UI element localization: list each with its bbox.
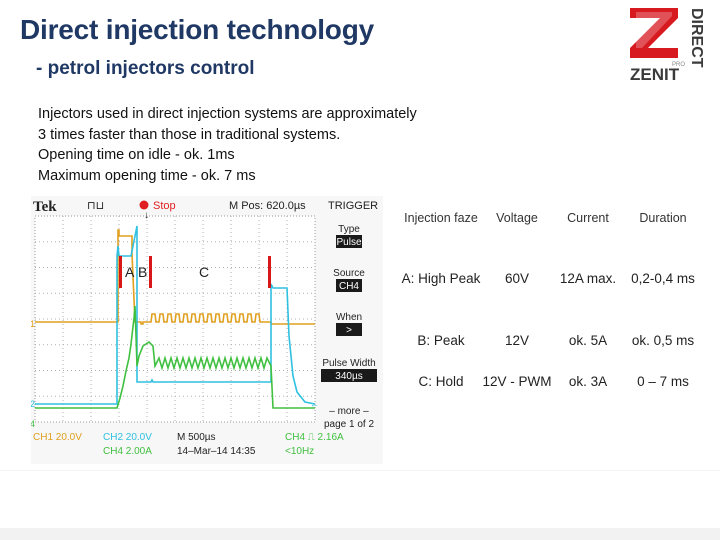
trigger-menu-value[interactable]: CH4 [339, 281, 359, 292]
header-current: Current [567, 211, 609, 225]
cell-phase: A: High Peak [401, 270, 481, 286]
trigger-menu-title: TRIGGER [328, 200, 378, 212]
scope-acq-icon: ⊓⊔ [87, 200, 104, 212]
header-injection-faze: Injection faze [404, 211, 478, 225]
trigger-menu-label: – more – [329, 406, 369, 417]
scope-run-state: Stop [153, 200, 176, 212]
trigger-menu-label: Type [338, 224, 360, 235]
trigger-menu-value[interactable]: Pulse [336, 237, 361, 248]
scope-brand: Tek [33, 199, 57, 215]
trigger-menu-label: Pulse Width [322, 358, 375, 369]
table-row: B: Peak 12V ok. 5A ok. 0,5 ms [400, 312, 702, 368]
footer-bar [0, 528, 720, 540]
trigger-menu-label: When [336, 312, 362, 323]
scope-date: 14–Mar–14 14:35 [177, 446, 256, 457]
ch2-ground-marker: 2 [31, 399, 35, 409]
cell-current: 12A max. [559, 270, 617, 286]
timebase: M 500µs [177, 432, 216, 443]
logo-z-icon [630, 8, 678, 58]
logo-pro-text: PRO [672, 62, 685, 68]
intro-line: 3 times faster than those in traditional… [38, 126, 341, 143]
cell-duration: ok. 0,5 ms [631, 332, 695, 348]
cell-duration: 0,2-0,4 ms [631, 270, 695, 286]
oscilloscope-screenshot: Tek ⊓⊔ Stop M Pos: 620.0µs ↓ TRIGGER Typ… [31, 196, 383, 464]
trigger-position-icon: ↓ [144, 210, 149, 221]
marker-a-label: A [125, 264, 135, 280]
footer-divider [0, 470, 720, 471]
marker-a-line [119, 256, 122, 288]
header-voltage: Voltage [496, 211, 538, 225]
trigger-menu-label: Source [333, 268, 365, 279]
trigger-level-icon: ← [310, 399, 319, 409]
table-header-row: Injection faze Voltage Current Duration [400, 192, 702, 244]
marker-b-label: B [138, 264, 147, 280]
scope-stop-dot-icon [139, 200, 149, 210]
intro-text: Injectors used in direct injection syste… [38, 104, 417, 186]
page-title: Direct injection technology [20, 14, 374, 45]
cell-phase: B: Peak [417, 332, 465, 348]
zenit-direct-logo: DIRECT ZENIT PRO [626, 4, 716, 86]
table-row: A: High Peak 60V 12A max. 0,2-0,4 ms [400, 244, 702, 312]
marker-b-line [149, 256, 152, 288]
cell-duration: 0 – 7 ms [637, 374, 689, 389]
cell-current: ok. 5A [568, 332, 608, 348]
ch2-scale: CH2 20.0V [103, 432, 152, 443]
ch4-ground-marker: 4 [31, 419, 35, 429]
cell-current: ok. 3A [568, 374, 608, 389]
page-subtitle: - petrol injectors control [36, 58, 255, 79]
cell-voltage: 12V - PWM [482, 374, 552, 389]
header-duration: Duration [639, 211, 687, 225]
intro-line: Opening time on idle - ok. 1ms [38, 147, 235, 163]
trigger-readout: CH4 ⎍ 2.16A [285, 432, 344, 443]
trigger-menu-value[interactable]: 340µs [335, 371, 362, 382]
cell-phase: C: Hold [418, 374, 464, 389]
injection-phases-table: Injection faze Voltage Current Duration … [400, 192, 702, 436]
intro-line: Injectors used in direct injection syste… [38, 106, 417, 122]
logo-side-text: DIRECT [688, 8, 705, 68]
scope-m-pos: M Pos: 620.0µs [229, 200, 306, 212]
ch4-scale: CH4 2.00A [103, 446, 152, 457]
trigger-menu-value[interactable]: page 1 of 2 [324, 419, 374, 430]
ch1-scale: CH1 20.0V [33, 432, 82, 443]
marker-c-line [268, 256, 271, 288]
cell-voltage: 60V [504, 270, 530, 286]
table-row: C: Hold 12V - PWM ok. 3A 0 – 7 ms [400, 368, 702, 436]
trigger-menu-value[interactable]: > [346, 325, 352, 336]
intro-line: Maximum opening time - ok. 7 ms [38, 167, 256, 184]
cell-voltage: 12V [504, 332, 530, 348]
marker-c-label: C [199, 264, 209, 280]
ch1-ground-marker: 1 [31, 319, 35, 329]
trigger-frequency: <10Hz [285, 446, 314, 457]
